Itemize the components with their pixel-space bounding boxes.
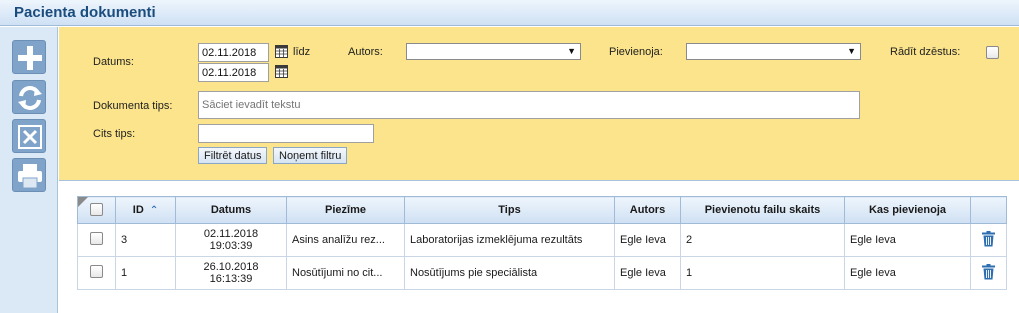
table-row[interactable]: 1 26.10.2018 16:13:39 Nosūtījumi no cit.… <box>77 256 1007 290</box>
trash-icon[interactable] <box>982 230 995 247</box>
date-to-input[interactable] <box>198 63 269 82</box>
other-type-label: Cits tips: <box>93 128 136 140</box>
cell-date-time: 19:03:39 <box>209 240 253 252</box>
select-all-checkbox[interactable] <box>90 203 103 216</box>
column-header-note[interactable]: Piezīme <box>286 196 405 224</box>
until-label: līdz <box>293 46 311 58</box>
column-header-id[interactable]: ID ⌃ <box>115 196 176 224</box>
doc-type-label: Dokumenta tips: <box>93 100 173 112</box>
row-checkbox[interactable] <box>90 232 103 245</box>
cell-date: 02.11.2018 19:03:39 <box>175 223 287 257</box>
excel-icon <box>18 125 42 149</box>
documents-table: ID ⌃ Datums Piezīme Tips Autors Pievieno… <box>77 196 1007 290</box>
print-button[interactable] <box>12 158 46 192</box>
added-by-select[interactable]: ▼ <box>686 43 861 60</box>
cell-date-day: 02.11.2018 <box>203 228 259 240</box>
cell-id: 1 <box>115 256 176 290</box>
export-button[interactable] <box>12 119 46 153</box>
column-header-type[interactable]: Tips <box>404 196 615 224</box>
add-button[interactable] <box>12 40 46 74</box>
calendar-icon[interactable] <box>275 64 288 78</box>
date-label: Datums: <box>93 56 134 68</box>
sort-ascending-icon: ⌃ <box>149 205 159 216</box>
filter-apply-button[interactable]: Filtrēt datus <box>198 147 268 164</box>
cell-file-count: 2 <box>680 223 845 257</box>
dropdown-arrow-icon: ▼ <box>847 46 856 56</box>
table-row[interactable]: 3 02.11.2018 19:03:39 Asins analīžu rez.… <box>77 223 1007 257</box>
title-bar: Pacienta dokumenti <box>0 0 1019 26</box>
page-title: Pacienta dokumenti <box>14 4 156 21</box>
column-header-file-count[interactable]: Pievienotu failu skaits <box>680 196 845 224</box>
cell-added-by: Egle Ieva <box>844 256 971 290</box>
cell-type: Laboratorijas izmeklējuma rezultāts <box>404 223 615 257</box>
dropdown-arrow-icon: ▼ <box>567 46 576 56</box>
date-from-input[interactable] <box>198 43 269 62</box>
cell-author: Egle Ieva <box>614 256 681 290</box>
cell-date-day: 26.10.2018 <box>203 261 259 273</box>
author-label: Autors: <box>348 46 383 58</box>
cell-id: 3 <box>115 223 176 257</box>
filter-panel: Datums: līdz Autors: ▼ Pievienoja: ▼ Rād… <box>59 27 1019 181</box>
cell-note: Nosūtījumi no cit... <box>286 256 405 290</box>
cell-date: 26.10.2018 16:13:39 <box>175 256 287 290</box>
cell-note: Asins analīžu rez... <box>286 223 405 257</box>
cell-date-time: 16:13:39 <box>209 273 253 285</box>
select-all-header[interactable] <box>77 196 116 224</box>
trash-icon[interactable] <box>982 263 995 280</box>
other-type-input[interactable] <box>198 124 374 143</box>
cell-author: Egle Ieva <box>614 223 681 257</box>
column-header-date[interactable]: Datums <box>175 196 287 224</box>
column-header-actions <box>970 196 1007 224</box>
show-deleted-label: Rādīt dzēstus: <box>890 46 961 58</box>
refresh-button[interactable] <box>12 80 46 114</box>
filter-clear-button[interactable]: Noņemt filtru <box>273 147 348 164</box>
doc-type-input[interactable] <box>198 91 860 119</box>
printer-icon <box>18 164 42 189</box>
cell-added-by: Egle Ieva <box>844 223 971 257</box>
left-toolbar <box>0 27 58 313</box>
column-header-author[interactable]: Autors <box>614 196 681 224</box>
show-deleted-checkbox[interactable] <box>986 46 999 59</box>
author-select[interactable]: ▼ <box>406 43 581 60</box>
calendar-icon[interactable] <box>275 44 288 58</box>
row-checkbox[interactable] <box>90 265 103 278</box>
table-header-row: ID ⌃ Datums Piezīme Tips Autors Pievieno… <box>77 196 1007 224</box>
cell-type: Nosūtījums pie speciālista <box>404 256 615 290</box>
plus-icon <box>18 46 42 70</box>
cell-file-count: 1 <box>680 256 845 290</box>
added-by-label: Pievienoja: <box>609 46 663 58</box>
column-menu-icon[interactable] <box>78 197 88 207</box>
column-header-added-by[interactable]: Kas pievienoja <box>844 196 971 224</box>
refresh-icon <box>18 86 42 110</box>
